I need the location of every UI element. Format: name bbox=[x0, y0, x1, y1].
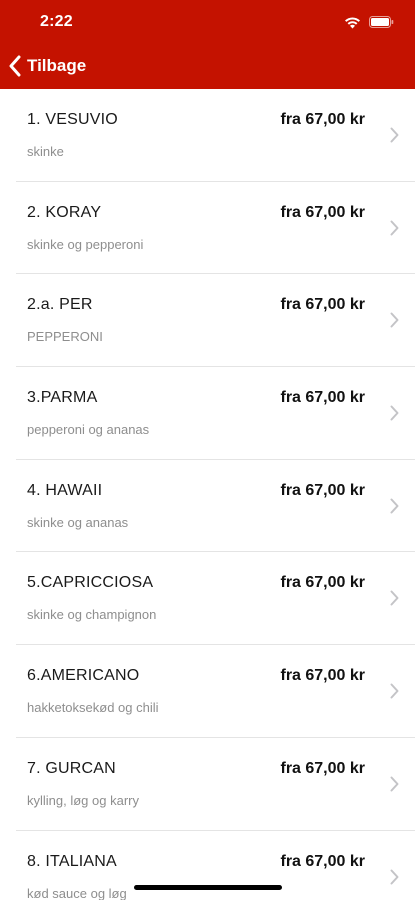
menu-item-row[interactable]: 7. GURCAN kylling, løg og karry fra 67,0… bbox=[0, 737, 415, 831]
back-button-label: Tilbage bbox=[27, 56, 87, 75]
menu-item-description: PEPPERONI bbox=[27, 329, 103, 345]
screen: 2:22 Tilbage 1. VESUVIO skinke fra 67,00… bbox=[0, 0, 415, 900]
chevron-right-icon bbox=[390, 498, 399, 514]
menu-item-name: 3.PARMA bbox=[27, 389, 98, 407]
menu-item-name: 4. HAWAII bbox=[27, 481, 103, 499]
menu-item-description: skinke og pepperoni bbox=[27, 236, 144, 252]
menu-item-row[interactable]: 1. VESUVIO skinke fra 67,00 kr bbox=[0, 89, 415, 182]
menu-item-name: 2. KORAY bbox=[27, 203, 102, 221]
home-indicator[interactable] bbox=[134, 885, 282, 890]
menu-item-name: 5.CAPRICCIOSA bbox=[27, 574, 154, 592]
menu-item-row[interactable]: 2. KORAY skinke og pepperoni fra 67,00 k… bbox=[0, 181, 415, 275]
menu-item-price: fra 67,00 kr bbox=[280, 574, 365, 592]
chevron-right-icon bbox=[390, 220, 399, 236]
menu-item-name: 8. ITALIANA bbox=[27, 852, 117, 870]
menu-item-price: fra 67,00 kr bbox=[280, 481, 365, 499]
back-chevron-icon bbox=[9, 55, 21, 77]
menu-item-price: fra 67,00 kr bbox=[280, 852, 365, 870]
menu-item-description: pepperoni og ananas bbox=[27, 422, 150, 438]
menu-item-description: hakketoksekød og chili bbox=[27, 700, 159, 716]
battery-icon bbox=[369, 16, 394, 28]
menu-item-description: skinke og champignon bbox=[27, 607, 157, 623]
chevron-right-icon bbox=[390, 405, 399, 421]
menu-item-description: skinke og ananas bbox=[27, 514, 129, 530]
menu-item-price: fra 67,00 kr bbox=[280, 111, 365, 128]
menu-item-row[interactable]: 6.AMERICANO hakketoksekød og chili fra 6… bbox=[0, 645, 415, 738]
menu-item-name: 2.a. PER bbox=[27, 296, 93, 314]
menu-item-row[interactable]: 4. HAWAII skinke og ananas fra 67,00 kr bbox=[0, 459, 415, 553]
menu-item-name: 7. GURCAN bbox=[27, 759, 116, 777]
menu-item-price: fra 67,00 kr bbox=[280, 389, 365, 407]
menu-item-row[interactable]: 3.PARMA pepperoni og ananas fra 67,00 kr bbox=[0, 367, 415, 460]
menu-item-price: fra 67,00 kr bbox=[280, 296, 365, 314]
menu-item-price: fra 67,00 kr bbox=[280, 203, 365, 221]
status-time: 2:22 bbox=[40, 13, 73, 30]
menu-item-name: 1. VESUVIO bbox=[27, 111, 118, 128]
navigation-header: 2:22 Tilbage bbox=[0, 0, 415, 89]
status-bar: 2:22 bbox=[0, 0, 415, 44]
chevron-right-icon bbox=[390, 869, 399, 884]
menu-list: 1. VESUVIO skinke fra 67,00 kr 2. KORAY … bbox=[0, 89, 415, 900]
chevron-right-icon bbox=[390, 776, 399, 792]
menu-item-row[interactable]: 2.a. PER PEPPERONI fra 67,00 kr bbox=[0, 274, 415, 368]
menu-item-description: kød sauce og løg bbox=[27, 885, 127, 900]
menu-item-description: skinke bbox=[27, 144, 64, 159]
back-button[interactable]: Tilbage bbox=[8, 52, 86, 80]
chevron-right-icon bbox=[390, 312, 399, 328]
chevron-right-icon bbox=[390, 590, 399, 606]
wifi-icon bbox=[345, 17, 360, 29]
chevron-right-icon bbox=[390, 683, 399, 699]
menu-item-price: fra 67,00 kr bbox=[280, 759, 365, 777]
menu-item-description: kylling, løg og karry bbox=[27, 792, 139, 808]
menu-item-name: 6.AMERICANO bbox=[27, 667, 140, 685]
chevron-right-icon bbox=[390, 127, 399, 143]
menu-item-row[interactable]: 5.CAPRICCIOSA skinke og champignon fra 6… bbox=[0, 552, 415, 646]
menu-item-price: fra 67,00 kr bbox=[280, 667, 365, 685]
